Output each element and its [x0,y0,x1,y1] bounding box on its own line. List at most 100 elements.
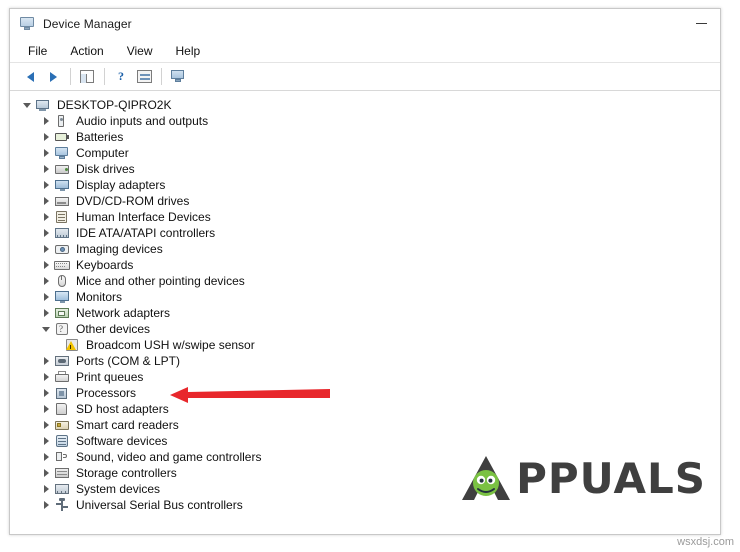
tree-node-universal-serial-bus-controllers[interactable]: Universal Serial Bus controllers [10,497,720,513]
menu-view[interactable]: View [125,43,155,59]
chevron-right-icon[interactable] [38,129,54,145]
chevron-right-icon[interactable] [38,225,54,241]
tree-node-monitors[interactable]: Monitors [10,289,720,305]
tree-node-processors[interactable]: Processors [10,385,720,401]
chevron-right-icon[interactable] [38,145,54,161]
chevron-right-icon[interactable] [38,193,54,209]
tree-node-audio-inputs-and-outputs[interactable]: Audio inputs and outputs [10,113,720,129]
scan-icon [170,70,186,83]
tree-node-storage-controllers[interactable]: Storage controllers [10,465,720,481]
tree-node-label: Ports (COM & LPT) [76,354,181,368]
disk-drive-icon [54,162,71,177]
tree-node-dvd-cd-rom-drives[interactable]: DVD/CD-ROM drives [10,193,720,209]
chevron-right-icon[interactable] [38,433,54,449]
port-icon [54,354,71,369]
tree-node-mice-and-other-pointing-devices[interactable]: Mice and other pointing devices [10,273,720,289]
menu-file[interactable]: File [26,43,49,59]
minimize-button[interactable] [686,11,716,37]
smart-card-reader-icon [54,418,71,433]
corner-watermark: wsxdsj.com [677,536,734,548]
properties-button[interactable] [133,66,155,87]
help-button[interactable]: ? [110,66,132,87]
tree-root-node[interactable]: DESKTOP-QIPRO2K [10,97,720,113]
back-button[interactable] [19,66,41,87]
tree-node-label: Display adapters [76,178,166,192]
menu-help[interactable]: Help [174,43,203,59]
tree-node-human-interface-devices[interactable]: Human Interface Devices [10,209,720,225]
chevron-right-icon[interactable] [38,305,54,321]
battery-icon [54,130,71,145]
chevron-right-icon[interactable] [38,161,54,177]
tree-node-sound-video-and-game-controllers[interactable]: Sound, video and game controllers [10,449,720,465]
tree-node-display-adapters[interactable]: Display adapters [10,177,720,193]
tree-node-system-devices[interactable]: System devices [10,481,720,497]
tree-node-batteries[interactable]: Batteries [10,129,720,145]
chevron-right-icon[interactable] [38,353,54,369]
device-tree: DESKTOP-QIPRO2K Audio inputs and outputs… [10,91,720,534]
help-icon: ? [118,69,124,83]
tree-node-label: Other devices [76,322,151,336]
chevron-right-icon[interactable] [38,241,54,257]
chevron-right-icon[interactable] [38,369,54,385]
sound-controller-icon [54,450,71,465]
tree-node-other-devices[interactable]: ? Other devices [10,321,720,337]
hid-icon [54,210,71,225]
tree-node-label: Broadcom USH w/swipe sensor [86,338,255,352]
chevron-down-icon[interactable] [38,321,54,337]
tree-node-label: DVD/CD-ROM drives [76,194,190,208]
tree-node-label: DESKTOP-QIPRO2K [57,98,172,112]
device-manager-icon [19,15,36,32]
tree-node-sd-host-adapters[interactable]: SD host adapters [10,401,720,417]
tree-node-keyboards[interactable]: Keyboards [10,257,720,273]
dvd-drive-icon [54,194,71,209]
chevron-right-icon[interactable] [38,481,54,497]
chevron-right-icon[interactable] [38,289,54,305]
display-adapter-icon [54,178,71,193]
chevron-right-icon[interactable] [38,113,54,129]
chevron-right-icon[interactable] [38,497,54,513]
tree-node-network-adapters[interactable]: Network adapters [10,305,720,321]
usb-controller-icon [54,497,71,513]
chevron-right-icon[interactable] [38,273,54,289]
tree-node-label: IDE ATA/ATAPI controllers [76,226,216,240]
chevron-right-icon[interactable] [38,449,54,465]
tree-node-label: Audio inputs and outputs [76,114,209,128]
forward-button[interactable] [42,66,64,87]
chevron-right-icon[interactable] [38,177,54,193]
tree-node-label: Network adapters [76,306,171,320]
tree-node-ports-com-and-lpt[interactable]: Ports (COM & LPT) [10,353,720,369]
tree-node-computer[interactable]: Computer [10,145,720,161]
menu-action[interactable]: Action [68,43,105,59]
tree-node-label: Storage controllers [76,466,177,480]
software-device-icon [54,434,71,449]
network-adapter-icon [54,306,71,321]
chevron-right-icon[interactable] [38,401,54,417]
chevron-right-icon[interactable] [38,465,54,481]
chevron-right-icon[interactable] [38,257,54,273]
tree-node-imaging-devices[interactable]: Imaging devices [10,241,720,257]
tree-node-label: Smart card readers [76,418,179,432]
tree-node-broadcom-ush-w-swipe-sensor[interactable]: Broadcom USH w/swipe sensor [10,337,720,353]
speaker-icon [54,114,71,129]
chevron-down-icon[interactable] [19,97,35,113]
storage-controller-icon [54,466,71,481]
chevron-right-icon[interactable] [38,209,54,225]
keyboard-icon [54,258,71,273]
tree-node-software-devices[interactable]: Software devices [10,433,720,449]
tree-node-ide-ata-atapi-controllers[interactable]: IDE ATA/ATAPI controllers [10,225,720,241]
tree-node-disk-drives[interactable]: Disk drives [10,161,720,177]
show-hide-console-tree-button[interactable] [76,66,98,87]
menu-bar: File Action View Help [10,39,720,63]
tree-node-smart-card-readers[interactable]: Smart card readers [10,417,720,433]
scan-for-hardware-changes-button[interactable] [167,66,189,87]
title-bar: Device Manager [10,9,720,39]
tree-node-print-queues[interactable]: Print queues [10,369,720,385]
sd-host-adapter-icon [54,402,71,417]
device-manager-window: Device Manager File Action View Help ? D… [9,8,721,535]
properties-icon [136,70,152,83]
tree-node-label: Software devices [76,434,168,448]
arrow-left-icon [26,71,34,82]
chevron-right-icon[interactable] [38,417,54,433]
tree-node-label: System devices [76,482,161,496]
chevron-right-icon[interactable] [38,385,54,401]
